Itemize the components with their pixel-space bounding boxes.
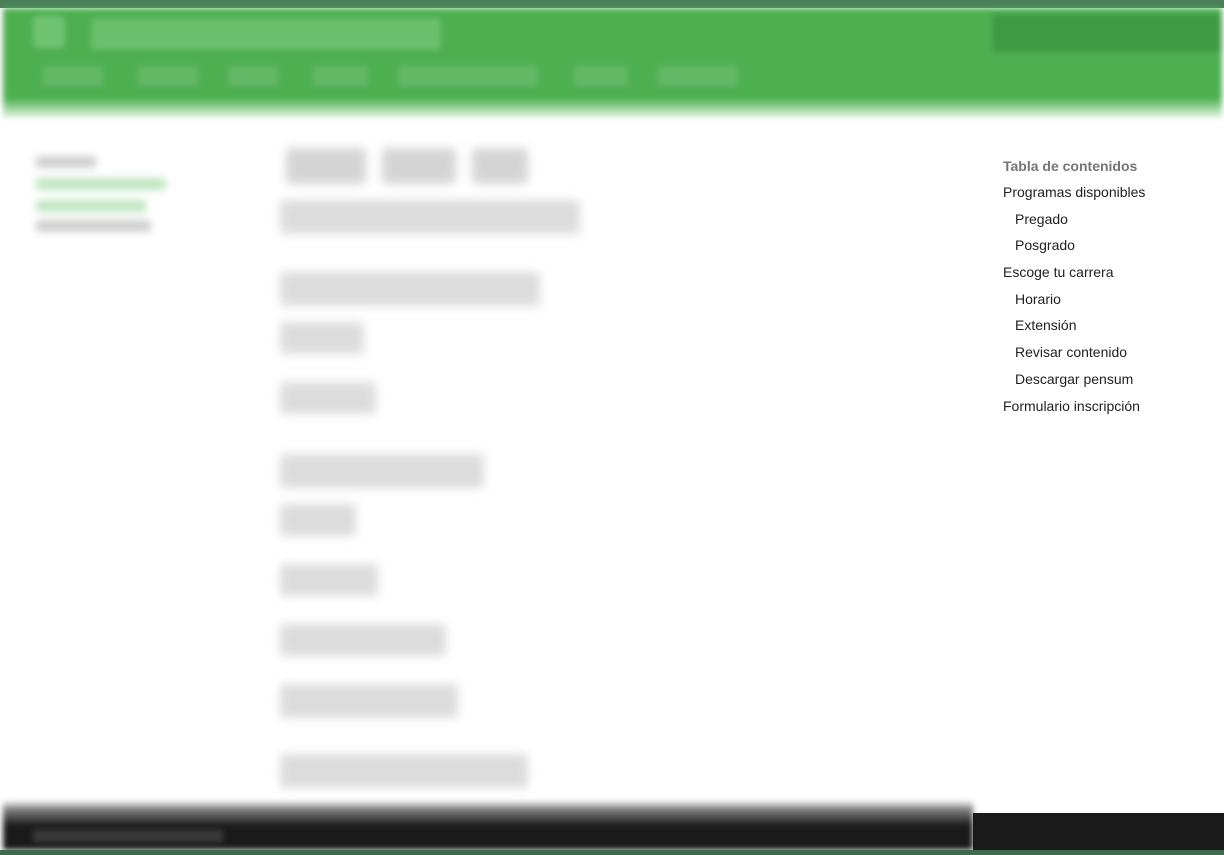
breadcrumb-chip[interactable] [472,148,528,184]
breadcrumb-chip[interactable] [286,148,366,184]
section-heading [280,754,528,788]
menu-icon[interactable] [33,16,65,48]
main-content [276,140,966,800]
nav-tab[interactable] [658,66,738,86]
toc-title: Tabla de contenidos [1003,158,1138,174]
section-heading [280,454,484,488]
toc-link-extension[interactable]: Extensión [1003,315,1218,342]
site-title[interactable] [91,18,441,50]
sidebar-item[interactable] [36,200,146,212]
toc-link-pregado[interactable]: Pregado [1003,209,1218,236]
nav-tab[interactable] [313,66,368,86]
nav-tab[interactable] [228,66,278,86]
toc-link-revisar-contenido[interactable]: Revisar contenido [1003,342,1218,369]
subsection-heading [280,684,458,718]
toc-link-posgrado[interactable]: Posgrado [1003,235,1218,262]
nav-tab[interactable] [138,66,198,86]
site-footer [3,800,973,850]
toc-link-escoge-tu-carrera[interactable]: Escoge tu carrera [1003,262,1218,289]
footer-text [33,830,223,842]
subsection-heading [280,624,446,656]
subsection-heading [280,322,364,354]
toc-link-descargar-pensum[interactable]: Descargar pensum [1003,369,1218,396]
subsection-heading [280,504,356,536]
sidebar-item-active[interactable] [36,178,166,190]
search-box[interactable] [993,14,1222,52]
sidebar-item[interactable] [36,156,96,168]
table-of-contents: Tabla de contenidos Programas disponible… [1003,156,1218,422]
subsection-heading [280,382,376,414]
nav-tab[interactable] [43,66,103,86]
window-top-strip [0,0,1224,8]
site-header [3,8,1222,118]
left-sidebar [30,148,190,248]
nav-tab[interactable] [573,66,628,86]
page-title [280,200,580,234]
toc-link-formulario-inscripcion[interactable]: Formulario inscripción [1003,396,1218,423]
toc-link-programas-disponibles[interactable]: Programas disponibles [1003,182,1218,209]
subsection-heading [280,564,378,596]
footer-right-panel [973,813,1224,850]
sidebar-item[interactable] [36,220,151,232]
window-bottom-edge [0,850,1224,855]
toc-link-horario[interactable]: Horario [1003,289,1218,316]
breadcrumb-chip[interactable] [382,148,456,184]
top-nav [33,66,773,88]
header-fade [3,98,1222,118]
section-heading [280,272,540,306]
nav-tab[interactable] [398,66,538,86]
